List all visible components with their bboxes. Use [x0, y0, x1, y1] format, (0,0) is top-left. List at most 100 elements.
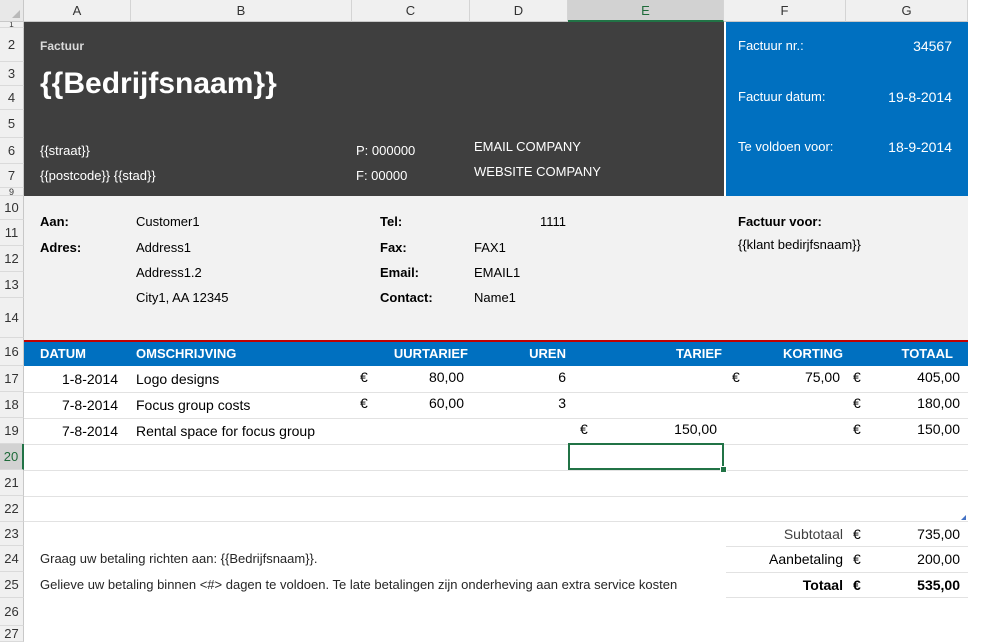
selected-cell-e20[interactable] [568, 443, 724, 470]
company-email[interactable]: EMAIL COMPANY [474, 139, 581, 155]
company-fax[interactable]: F: 00000 [356, 168, 407, 184]
row-header-2[interactable]: 2 [0, 28, 24, 62]
invoice-number-label: Factuur nr.: [738, 38, 804, 53]
row-header-4[interactable]: 4 [0, 86, 24, 110]
tel-label: Tel: [380, 214, 403, 229]
total-currency: € [853, 577, 861, 593]
row3-omschrijving[interactable]: Rental space for focus group [136, 423, 315, 439]
row1-korting-currency: € [732, 369, 740, 385]
total-value[interactable]: 535,00 [866, 577, 960, 593]
row1-totaal[interactable]: 405,00 [866, 369, 960, 385]
row2-uurtarief[interactable]: 60,00 [370, 395, 464, 411]
col-uren-header[interactable]: UREN [470, 346, 566, 362]
invoice-due-date[interactable]: 18-9-2014 [846, 139, 952, 155]
column-header-c[interactable]: C [352, 0, 470, 22]
invoice-number[interactable]: 34567 [846, 38, 952, 54]
row-header-9[interactable]: 9 [0, 188, 24, 196]
row-header-19[interactable]: 19 [0, 418, 24, 444]
row-header-17[interactable]: 17 [0, 366, 24, 392]
row-header-13[interactable]: 13 [0, 272, 24, 298]
row2-uren[interactable]: 3 [470, 395, 566, 411]
row-header-26[interactable]: 26 [0, 598, 24, 626]
row-header-21[interactable]: 21 [0, 470, 24, 496]
customer-contact[interactable]: Name1 [474, 290, 516, 306]
customer-email[interactable]: EMAIL1 [474, 265, 520, 281]
column-header-g[interactable]: G [846, 0, 968, 22]
customer-address1[interactable]: Address1 [136, 240, 191, 256]
row2-totaal-currency: € [853, 395, 861, 411]
row-header-7[interactable]: 7 [0, 164, 24, 188]
column-header-e[interactable]: E [568, 0, 724, 22]
gridline [24, 444, 968, 445]
column-header-d[interactable]: D [470, 0, 568, 22]
row3-tarief[interactable]: 150,00 [600, 421, 717, 437]
row-header-20[interactable]: 20 [0, 444, 24, 470]
row2-totaal[interactable]: 180,00 [866, 395, 960, 411]
row-header-3[interactable]: 3 [0, 62, 24, 86]
row1-omschrijving[interactable]: Logo designs [136, 371, 219, 387]
col-korting-header[interactable]: KORTING [724, 346, 843, 362]
invoice-label: Factuur [40, 39, 85, 53]
invoice-due-label: Te voldoen voor: [738, 139, 834, 154]
row-header-18[interactable]: 18 [0, 392, 24, 418]
gridline [24, 470, 968, 471]
gridline [24, 392, 968, 393]
invoice-for-value[interactable]: {{klant bedirjfsnaam}} [738, 237, 861, 253]
row1-korting[interactable]: 75,00 [744, 369, 840, 385]
row3-totaal[interactable]: 150,00 [866, 421, 960, 437]
col-totaal-header[interactable]: TOTAAL [846, 346, 953, 362]
gridline [726, 597, 968, 598]
customer-city[interactable]: City1, AA 12345 [136, 290, 229, 306]
row-header-6[interactable]: 6 [0, 138, 24, 164]
invoice-date-label: Factuur datum: [738, 89, 826, 104]
customer-address2[interactable]: Address1.2 [136, 265, 202, 281]
company-postcode-city[interactable]: {{postcode}} {{stad}} [40, 168, 156, 184]
select-all-corner[interactable] [0, 0, 24, 22]
row-header-24[interactable]: 24 [0, 546, 24, 572]
row1-uurtarief-currency: € [360, 369, 368, 385]
row-header-5[interactable]: 5 [0, 110, 24, 138]
col-uurtarief-header[interactable]: UURTARIEF [352, 346, 468, 362]
payment-terms[interactable]: Gelieve uw betaling binnen <#> dagen te … [40, 577, 677, 593]
customer-fax[interactable]: FAX1 [474, 240, 506, 256]
fill-handle[interactable] [720, 466, 727, 473]
row-header-10[interactable]: 10 [0, 196, 24, 220]
column-header-a[interactable]: A [24, 0, 131, 22]
col-tarief-header[interactable]: TARIEF [568, 346, 722, 362]
row-header-23[interactable]: 23 [0, 522, 24, 546]
row2-datum[interactable]: 7-8-2014 [24, 397, 118, 413]
customer-name[interactable]: Customer1 [136, 214, 200, 230]
company-phone[interactable]: P: 000000 [356, 143, 415, 159]
col-datum-header[interactable]: DATUM [40, 346, 86, 362]
row-header-11[interactable]: 11 [0, 220, 24, 246]
payment-value[interactable]: 200,00 [866, 551, 960, 567]
row-header-16[interactable]: 16 [0, 338, 24, 366]
fax-label: Fax: [380, 240, 407, 255]
row2-omschrijving[interactable]: Focus group costs [136, 397, 250, 413]
row1-uren[interactable]: 6 [470, 369, 566, 385]
subtotal-label: Subtotaal [783, 526, 843, 542]
company-website[interactable]: WEBSITE COMPANY [474, 164, 601, 180]
address-label: Adres: [40, 240, 82, 255]
col-omschrijving-header[interactable]: OMSCHRIJVING [136, 346, 236, 362]
subtotal-value[interactable]: 735,00 [866, 526, 960, 542]
row1-uurtarief[interactable]: 80,00 [370, 369, 464, 385]
column-header-f[interactable]: F [724, 0, 846, 22]
row1-datum[interactable]: 1-8-2014 [24, 371, 118, 387]
column-header-b[interactable]: B [131, 0, 352, 22]
payment-instruction[interactable]: Graag uw betaling richten aan: {{Bedrijf… [40, 551, 318, 567]
to-label: Aan: [40, 214, 69, 229]
invoice-date[interactable]: 19-8-2014 [846, 89, 952, 105]
row2-uurtarief-currency: € [360, 395, 368, 411]
row-header-27[interactable]: 27 [0, 626, 24, 642]
row3-datum[interactable]: 7-8-2014 [24, 423, 118, 439]
company-name[interactable]: {{Bedrijfsnaam}} [40, 66, 277, 102]
row-header-12[interactable]: 12 [0, 246, 24, 272]
customer-tel[interactable]: 1111 [470, 214, 566, 230]
row-header-14[interactable]: 14 [0, 298, 24, 338]
row-header-25[interactable]: 25 [0, 572, 24, 598]
row-header-22[interactable]: 22 [0, 496, 24, 522]
row3-tarief-currency: € [580, 421, 588, 437]
email-label: Email: [380, 265, 420, 280]
company-street[interactable]: {{straat}} [40, 143, 90, 159]
